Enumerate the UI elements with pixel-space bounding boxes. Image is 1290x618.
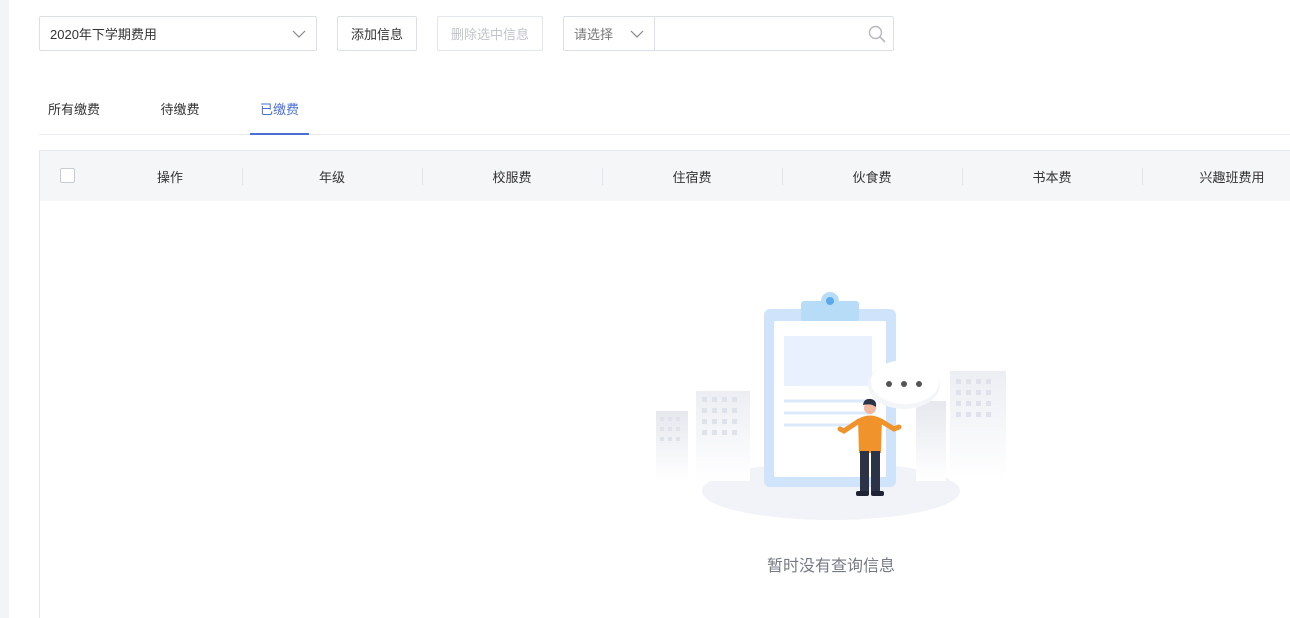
search-group: 请选择 bbox=[563, 16, 894, 51]
column-header-meal-fee: 伙食费 bbox=[852, 169, 892, 185]
building-icon bbox=[656, 391, 750, 481]
tab-paid[interactable]: 已缴费 bbox=[250, 82, 309, 135]
column-header-action: 操作 bbox=[156, 169, 183, 185]
tab-bar: 所有缴费 待缴费 已缴费 bbox=[39, 82, 1290, 135]
chevron-down-icon bbox=[292, 30, 306, 38]
column-divider bbox=[242, 168, 243, 185]
left-edge-strip bbox=[0, 0, 9, 618]
search-type-placeholder: 请选择 bbox=[574, 27, 614, 42]
column-divider bbox=[962, 168, 963, 185]
tab-all-payments[interactable]: 所有缴费 bbox=[39, 82, 109, 134]
add-info-button[interactable]: 添加信息 bbox=[337, 16, 417, 51]
column-header-book-fee: 书本费 bbox=[1032, 169, 1072, 185]
table-header: 操作 年级 校服费 住宿费 伙食费 书本费 兴趣班费用 bbox=[40, 151, 1290, 201]
chevron-down-icon bbox=[630, 30, 644, 38]
search-type-select[interactable]: 请选择 bbox=[564, 17, 655, 50]
column-divider bbox=[782, 168, 783, 185]
tab-pending-payment[interactable]: 待缴费 bbox=[150, 82, 210, 134]
column-divider bbox=[602, 168, 603, 185]
term-select[interactable]: 2020年下学期费用 bbox=[39, 16, 317, 51]
select-all-checkbox[interactable] bbox=[60, 168, 75, 183]
term-select-value: 2020年下学期费用 bbox=[50, 27, 157, 42]
column-divider bbox=[422, 168, 423, 185]
empty-clipboard-illustration bbox=[656, 292, 1006, 520]
column-header-accommodation-fee: 住宿费 bbox=[672, 169, 712, 185]
delete-selected-button[interactable]: 删除选中信息 bbox=[437, 16, 543, 51]
search-icon[interactable] bbox=[868, 25, 886, 43]
column-header-grade: 年级 bbox=[318, 169, 345, 185]
fee-table: 操作 年级 校服费 住宿费 伙食费 书本费 兴趣班费用 暂时没有查询信息 bbox=[39, 150, 1290, 618]
empty-state-message: 暂时没有查询信息 bbox=[766, 558, 895, 575]
column-divider bbox=[1142, 168, 1143, 185]
column-header-uniform-fee: 校服费 bbox=[492, 169, 532, 185]
search-input[interactable] bbox=[655, 17, 893, 50]
column-header-interest-class-fee: 兴趣班费用 bbox=[1199, 169, 1265, 185]
